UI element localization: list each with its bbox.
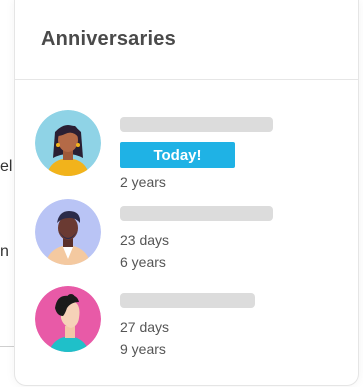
years-label: 6 years	[120, 254, 166, 270]
card-header: Anniversaries	[15, 0, 358, 80]
name-placeholder	[120, 206, 273, 221]
name-placeholder	[120, 117, 273, 132]
background-text-fragment: el	[0, 158, 13, 175]
person-avatar-icon	[35, 286, 101, 352]
card-title: Anniversaries	[41, 28, 176, 50]
background-text-fragment: n	[0, 243, 9, 260]
man-avatar-icon	[35, 199, 101, 265]
anniversaries-card: Anniversaries Today! 2 years 23 days 6 y…	[14, 0, 359, 386]
page: el n Anniversaries Today! 2 years 23 day…	[0, 0, 363, 387]
background-divider	[0, 346, 14, 347]
woman-avatar-icon	[35, 110, 101, 176]
list-item[interactable]: 27 days 9 years	[35, 286, 355, 366]
days-label: 23 days	[120, 232, 170, 248]
years-label: 2 years	[120, 174, 166, 190]
days-label: 27 days	[120, 319, 170, 335]
name-placeholder	[120, 293, 255, 308]
today-badge: Today!	[120, 142, 235, 168]
years-label: 9 years	[120, 341, 166, 357]
list-item[interactable]: 23 days 6 years	[35, 199, 355, 279]
list-item[interactable]: Today! 2 years	[35, 110, 355, 190]
